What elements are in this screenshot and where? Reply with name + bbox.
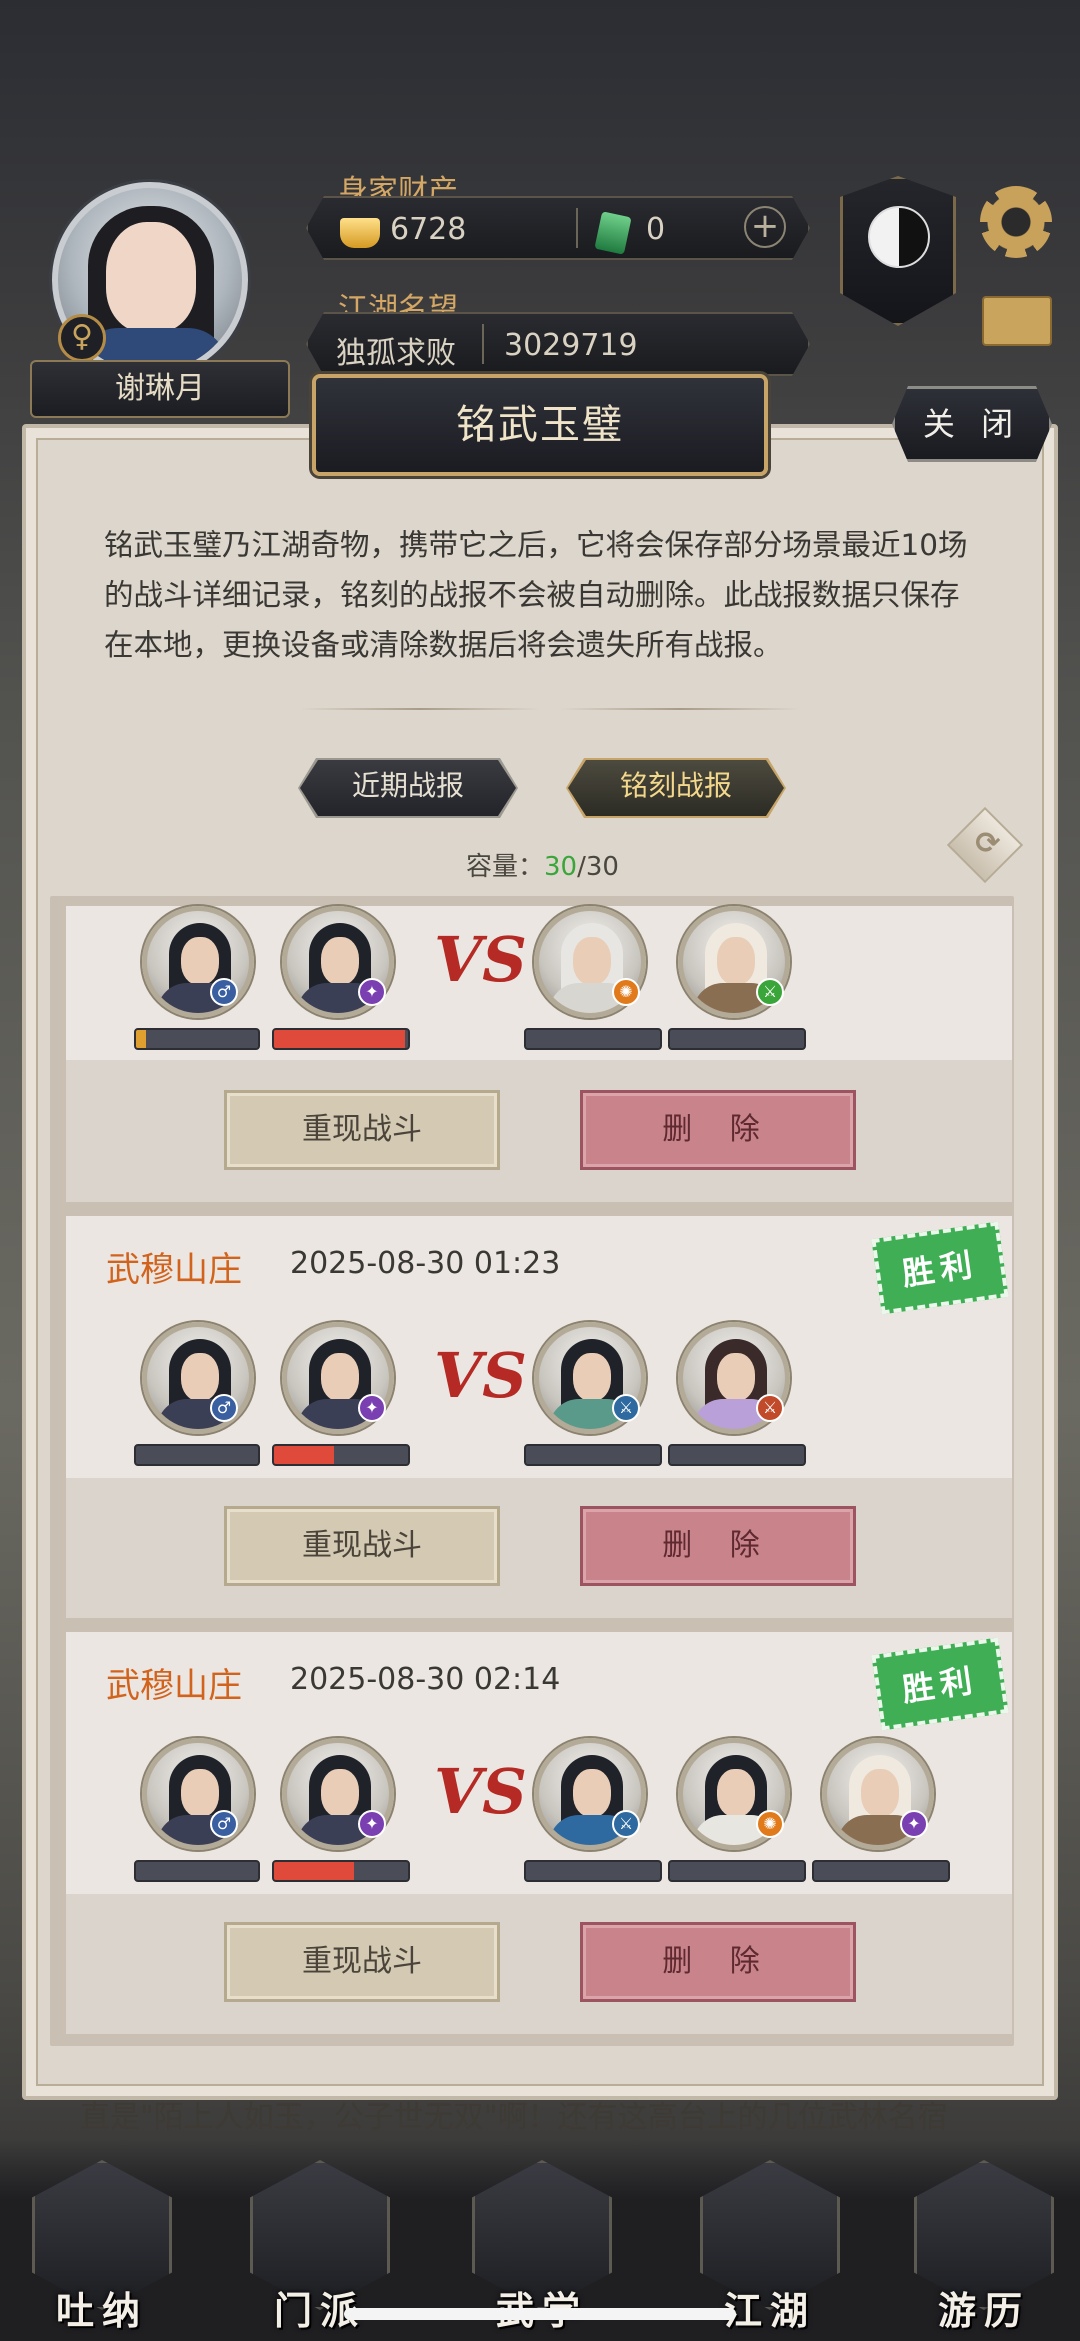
team-hp-bar-1 (134, 1444, 260, 1466)
taiji-icon (868, 206, 930, 268)
card-actions (66, 1060, 1012, 1202)
reputation-value: 3029719 (504, 328, 638, 363)
team-hp-bar-2 (272, 1028, 410, 1050)
nav-travel-label: 游历 (937, 2288, 1030, 2333)
male-class-icon: ♂ (210, 1394, 238, 1422)
panel-description: 铭武玉璧乃江湖奇物，携带它之后，它将会保存部分场景最近10场的战斗详细记录，铭刻… (104, 528, 968, 662)
gold-ingot-icon (340, 218, 380, 248)
player-title: 独孤求败 (336, 336, 456, 371)
capacity-display: 容量：30/30 (466, 846, 619, 883)
jade-amount: 0 (646, 212, 666, 247)
replay-battle-button[interactable]: 重现战斗 (224, 1922, 500, 2002)
team-portrait-1 (142, 1738, 254, 1850)
staff-class-icon: ✦ (358, 1394, 386, 1422)
nav-martial-arts[interactable]: 武学 (462, 2160, 622, 2333)
sword-class-icon: ⚔ (612, 1394, 640, 1422)
card-actions (66, 1894, 1012, 2034)
nav-jianghu[interactable]: 江湖 (690, 2160, 850, 2333)
currency-divider (576, 208, 578, 248)
victory-stamp: 胜利 (871, 1221, 1009, 1315)
background-story-text: 直是"陌上人如玉，公子世无双"啊！还有这高台上的几位武林名宿 (80, 2100, 948, 2135)
team-hp-bar-1 (134, 1860, 260, 1882)
replay-battle-button[interactable]: 重现战斗 (224, 1090, 500, 1170)
staff-class-icon: ✦ (358, 1810, 386, 1838)
team-hp-fill-2 (274, 1030, 406, 1048)
sword-class-icon: ⚔ (612, 1810, 640, 1838)
battle-time: 2025-08-30 02:14 (290, 1662, 561, 1697)
panel-title: 铭武玉璧 (312, 374, 768, 476)
nav-tuna-label: 吐纳 (55, 2288, 148, 2333)
tab-recent[interactable]: 近期战报 (300, 760, 516, 816)
divider-left (300, 706, 540, 712)
nav-sect[interactable]: 门派 (240, 2160, 400, 2333)
vs-icon: VS (434, 1755, 527, 1828)
enemy-hp-bar-2 (668, 1444, 806, 1466)
enemy-hp-bar-2 (668, 1860, 806, 1882)
enemy-hp-bar-1 (524, 1444, 662, 1466)
enemy-hp-bar-1 (524, 1028, 662, 1050)
enemy-hp-bar-3 (812, 1860, 950, 1882)
delete-record-button[interactable]: 删 除 (580, 1090, 856, 1170)
record-card: ♂ ✦ VS ✺ ⚔ 重现战斗 删 除 (66, 906, 1012, 1202)
delete-record-button[interactable]: 删 除 (580, 1506, 856, 1586)
victory-stamp: 胜利 (871, 1637, 1009, 1731)
gear-icon[interactable] (980, 186, 1052, 258)
fire-class-icon: ✺ (756, 1810, 784, 1838)
enemy-hp-bar-1 (524, 1860, 662, 1882)
gold-amount: 6728 (390, 212, 467, 247)
male-class-icon: ♂ (210, 978, 238, 1006)
card-actions (66, 1478, 1012, 1618)
staff-class-icon: ✦ (358, 978, 386, 1006)
team-hp-fill-2 (274, 1862, 355, 1880)
capacity-label: 容量： (466, 852, 545, 882)
vs-icon: VS (434, 1339, 527, 1412)
refresh-icon: ⟳ (975, 826, 1001, 861)
tab-engraved[interactable]: 铭刻战报 (568, 760, 784, 816)
divider-right (560, 706, 800, 712)
home-indicator[interactable] (344, 2308, 736, 2320)
capacity-total: /30 (577, 852, 619, 882)
record-card: 武穆山庄 2025-08-30 01:23 胜利 ♂ ✦ VS ⚔ ⚔ 重现战斗… (66, 1216, 1012, 1618)
team-portrait-1 (142, 906, 254, 1018)
mail-icon[interactable] (982, 296, 1052, 346)
player-name: 谢琳月 (30, 360, 290, 418)
reputation-divider (482, 324, 484, 364)
record-card: 武穆山庄 2025-08-30 02:14 胜利 ♂ ✦ VS ⚔ ✺ ✦ 重现… (66, 1632, 1012, 2034)
delete-record-button[interactable]: 删 除 (580, 1922, 856, 2002)
close-button[interactable]: 关 闭 (892, 386, 1052, 462)
vs-icon: VS (434, 923, 527, 996)
team-hp-fill-1 (136, 1030, 146, 1048)
nav-travel[interactable]: 游历 (904, 2160, 1064, 2333)
enemy-hp-bar-2 (668, 1028, 806, 1050)
add-currency-button[interactable]: + (744, 206, 786, 248)
blade-class-icon: ⚔ (756, 1394, 784, 1422)
team-hp-bar-1 (134, 1028, 260, 1050)
staff-class-icon: ✦ (900, 1810, 928, 1838)
team-hp-bar-2 (272, 1860, 410, 1882)
battle-location: 武穆山庄 (106, 1666, 242, 1706)
fire-class-icon: ✺ (612, 978, 640, 1006)
male-class-icon: ♂ (210, 1810, 238, 1838)
female-gender-icon: ♀ (58, 314, 106, 362)
blade-class-icon: ⚔ (756, 978, 784, 1006)
nav-tuna[interactable]: 吐纳 (22, 2160, 182, 2333)
team-hp-bar-2 (272, 1444, 410, 1466)
battle-time: 2025-08-30 01:23 (290, 1246, 561, 1281)
replay-battle-button[interactable]: 重现战斗 (224, 1506, 500, 1586)
battle-location: 武穆山庄 (106, 1250, 242, 1290)
team-portrait-1 (142, 1322, 254, 1434)
capacity-used: 30 (544, 852, 578, 882)
currency-bar (306, 196, 810, 260)
team-hp-fill-2 (274, 1446, 335, 1464)
